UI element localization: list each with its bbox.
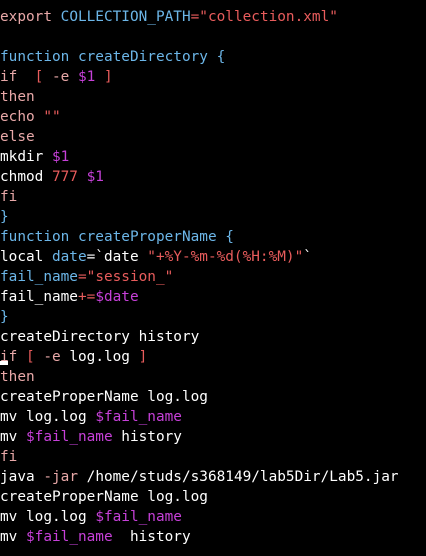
code-token: mv (0, 429, 26, 445)
code-token: =`date (86, 249, 148, 265)
code-token: 777 (51, 169, 87, 185)
code-token: fi (0, 189, 18, 205)
code-token: $fail_name (95, 409, 182, 425)
code-token: then (0, 369, 35, 385)
code-token: mv log.log (0, 409, 96, 425)
code-token: $fail_name (26, 529, 113, 545)
code-token: mkdir (0, 149, 52, 165)
code-token: $fail_name (95, 509, 182, 525)
code-token: [ (26, 349, 44, 365)
code-line[interactable] (0, 27, 399, 47)
text-cursor (0, 361, 8, 365)
code-token: local (0, 249, 52, 265)
code-token: mv (0, 529, 26, 545)
code-token: $fail_name (26, 429, 113, 445)
code-line[interactable]: if [ -e $1 ] (0, 67, 399, 87)
code-token: "+%Y-%m-%d(%H:%M)" (147, 249, 304, 265)
code-token: fail_name (0, 269, 78, 285)
code-lines: export COLLECTION_PATH="collection.xml" … (0, 7, 399, 547)
code-token: COLLECTION_PATH (60, 9, 191, 25)
code-token: then (0, 89, 35, 105)
code-line[interactable]: mv $fail_name history (0, 527, 399, 547)
code-token: createDirectory history (0, 329, 200, 345)
code-token: chmod (0, 169, 52, 185)
code-token: java (0, 469, 44, 485)
code-token: mv log.log (0, 509, 96, 525)
code-line[interactable]: } (0, 307, 399, 327)
code-line[interactable]: echo "" (0, 107, 399, 127)
code-line[interactable]: if [ -e log.log ] (0, 347, 399, 367)
code-line[interactable]: chmod 777 $1 (0, 167, 399, 187)
code-token: "session_" (86, 269, 174, 285)
code-token: export (0, 9, 61, 25)
code-line[interactable]: java -jar /home/studs/s368149/lab5Dir/La… (0, 467, 399, 487)
code-line[interactable]: fi (0, 447, 399, 467)
code-token: } (0, 209, 9, 225)
code-line[interactable]: } (0, 207, 399, 227)
code-line[interactable]: else (0, 127, 399, 147)
code-token: = (77, 269, 87, 285)
code-token: else (0, 129, 35, 145)
code-token: fi (0, 449, 18, 465)
code-line[interactable]: createDirectory history (0, 327, 399, 347)
code-token: fail_name (0, 289, 78, 305)
code-line[interactable]: then (0, 367, 399, 387)
code-line[interactable]: mkdir $1 (0, 147, 399, 167)
code-token: if (0, 69, 35, 85)
code-token: function (0, 49, 78, 65)
code-token: date (51, 249, 87, 265)
code-line[interactable]: mv $fail_name history (0, 427, 399, 447)
code-token: $1 (51, 149, 70, 165)
code-token: createDirectory { (77, 49, 226, 65)
code-token: "" (43, 109, 61, 125)
code-token: = (190, 9, 200, 25)
code-line[interactable]: fi (0, 187, 399, 207)
code-editor[interactable]: export COLLECTION_PATH="collection.xml" … (0, 0, 426, 556)
code-token: createProperName log.log (0, 489, 208, 505)
code-token: ] (129, 349, 148, 365)
code-line[interactable]: local date=`date "+%Y-%m-%d(%H:%M)"` (0, 247, 399, 267)
code-token: $1 (86, 169, 104, 185)
code-token: $1 (77, 69, 96, 85)
code-token: "collection.xml" (199, 9, 338, 25)
code-token: -e (51, 69, 78, 85)
code-line[interactable]: then (0, 87, 399, 107)
code-line[interactable]: export COLLECTION_PATH="collection.xml" (0, 7, 399, 27)
code-token: } (0, 309, 9, 325)
code-token: history (112, 529, 191, 545)
code-token: log.log (69, 349, 130, 365)
code-token: [ (34, 69, 52, 85)
code-token: -jar (43, 469, 87, 485)
code-token: += (77, 289, 96, 305)
code-token: ] (95, 69, 113, 85)
code-token: history (112, 429, 182, 445)
code-line[interactable]: fail_name+=$date (0, 287, 399, 307)
code-token: -e (43, 349, 70, 365)
code-token: createProperName log.log (0, 389, 208, 405)
code-token: /home/studs/s368149/lab5Dir/Lab5.jar (86, 469, 399, 485)
code-line[interactable]: fail_name="session_" (0, 267, 399, 287)
code-token: $date (95, 289, 139, 305)
code-line[interactable]: mv log.log $fail_name (0, 507, 399, 527)
code-line[interactable]: createProperName log.log (0, 387, 399, 407)
code-line[interactable]: createProperName log.log (0, 487, 399, 507)
code-token: ` (303, 249, 312, 265)
code-token: function (0, 229, 78, 245)
code-token: echo (0, 109, 44, 125)
code-line[interactable]: mv log.log $fail_name (0, 407, 399, 427)
code-token: createProperName { (77, 229, 234, 245)
code-line[interactable]: function createDirectory { (0, 47, 399, 67)
code-line[interactable]: function createProperName { (0, 227, 399, 247)
